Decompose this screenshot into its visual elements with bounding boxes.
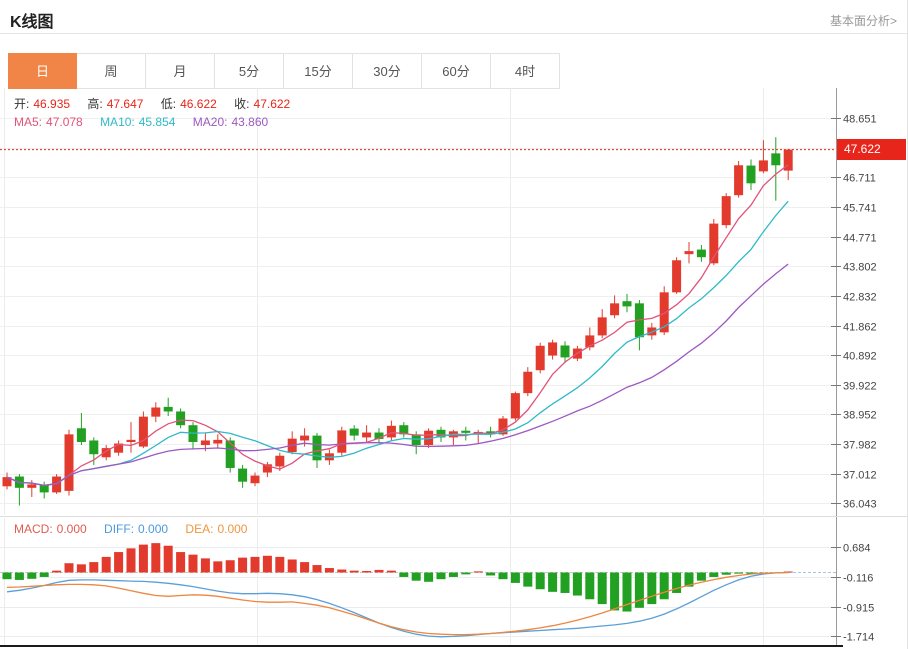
open-label: 开: <box>14 97 30 111</box>
tab-30min[interactable]: 30分 <box>353 53 422 89</box>
ma20-label: MA20: <box>192 115 228 129</box>
svg-text:-0.116: -0.116 <box>843 573 873 585</box>
macd-value: 0.000 <box>56 522 87 536</box>
ma5-value: 47.078 <box>46 115 83 129</box>
open-value: 46.935 <box>33 97 71 111</box>
low-value: 46.622 <box>180 97 217 111</box>
interval-tabbar: 日 周 月 5分 15分 30分 60分 4时 <box>8 53 560 89</box>
dea-label: DEA: <box>185 522 214 536</box>
ma10-line <box>6 200 789 487</box>
macd-chart-svg[interactable]: 0.684 -0.116 -0.915 -1.714 <box>0 518 908 649</box>
svg-text:48.651: 48.651 <box>843 114 877 126</box>
svg-text:37.012: 37.012 <box>843 470 877 482</box>
fundamental-analysis-link[interactable]: 基本面分析> <box>830 12 897 29</box>
current-price-tag: 47.622 <box>837 139 906 160</box>
high-value: 47.647 <box>106 97 144 111</box>
tab-4hour[interactable]: 4时 <box>491 53 560 89</box>
tab-60min[interactable]: 60分 <box>422 53 491 89</box>
svg-text:40.892: 40.892 <box>843 351 877 363</box>
svg-text:39.922: 39.922 <box>843 381 877 393</box>
close-value: 47.622 <box>253 97 291 111</box>
svg-text:45.741: 45.741 <box>843 203 877 215</box>
ma20-value: 43.860 <box>231 115 269 129</box>
ma20-line <box>6 263 789 487</box>
current-price-value: 47.622 <box>844 142 881 156</box>
header-divider <box>0 33 907 34</box>
svg-text:37.982: 37.982 <box>843 440 877 452</box>
high-label: 高: <box>87 97 103 111</box>
svg-text:36.043: 36.043 <box>843 499 877 511</box>
low-label: 低: <box>160 97 177 111</box>
tab-5min[interactable]: 5分 <box>215 53 284 89</box>
svg-text:38.952: 38.952 <box>843 410 877 422</box>
svg-text:43.802: 43.802 <box>843 262 877 274</box>
tab-month[interactable]: 月 <box>146 53 215 89</box>
macd-label: MACD: <box>14 522 53 536</box>
macd-legend: MACD: 0.000 DIFF: 0.000 DEA: 0.000 <box>14 522 251 536</box>
ma5-label: MA5: <box>14 115 43 129</box>
ma10-value: 45.854 <box>138 115 176 129</box>
dea-value: 0.000 <box>217 522 248 536</box>
diff-line <box>6 571 789 638</box>
svg-text:0.684: 0.684 <box>843 543 871 555</box>
candles-group <box>2 137 793 506</box>
tab-15min[interactable]: 15分 <box>284 53 353 89</box>
svg-text:-1.714: -1.714 <box>843 632 874 644</box>
diff-label: DIFF: <box>104 522 135 536</box>
svg-text:41.862: 41.862 <box>843 322 877 334</box>
ohlc-legend: 开: 46.935 高: 47.647 低: 46.622 收: 47.622 <box>14 95 294 112</box>
kline-page: K线图 基本面分析> 日 周 月 5分 15分 30分 60分 4时 48.65… <box>0 0 908 649</box>
diff-value: 0.000 <box>138 522 169 536</box>
svg-text:-0.915: -0.915 <box>843 603 874 615</box>
ma10-label: MA10: <box>100 115 135 129</box>
svg-text:42.832: 42.832 <box>843 292 877 304</box>
tab-week[interactable]: 周 <box>77 53 146 89</box>
svg-text:46.711: 46.711 <box>843 173 876 185</box>
ma-legend: MA5: 47.078 MA10: 45.854 MA20: 43.860 <box>14 115 272 129</box>
ma5-line <box>6 164 789 487</box>
tab-day[interactable]: 日 <box>8 53 77 89</box>
close-label: 收: <box>234 97 250 111</box>
main-chart-svg[interactable]: 48.651 46.711 45.741 44.771 43.802 42.832 41.8… <box>0 88 908 518</box>
page-title: K线图 <box>10 14 54 31</box>
dea-line <box>6 571 789 636</box>
svg-text:44.771: 44.771 <box>843 233 877 245</box>
